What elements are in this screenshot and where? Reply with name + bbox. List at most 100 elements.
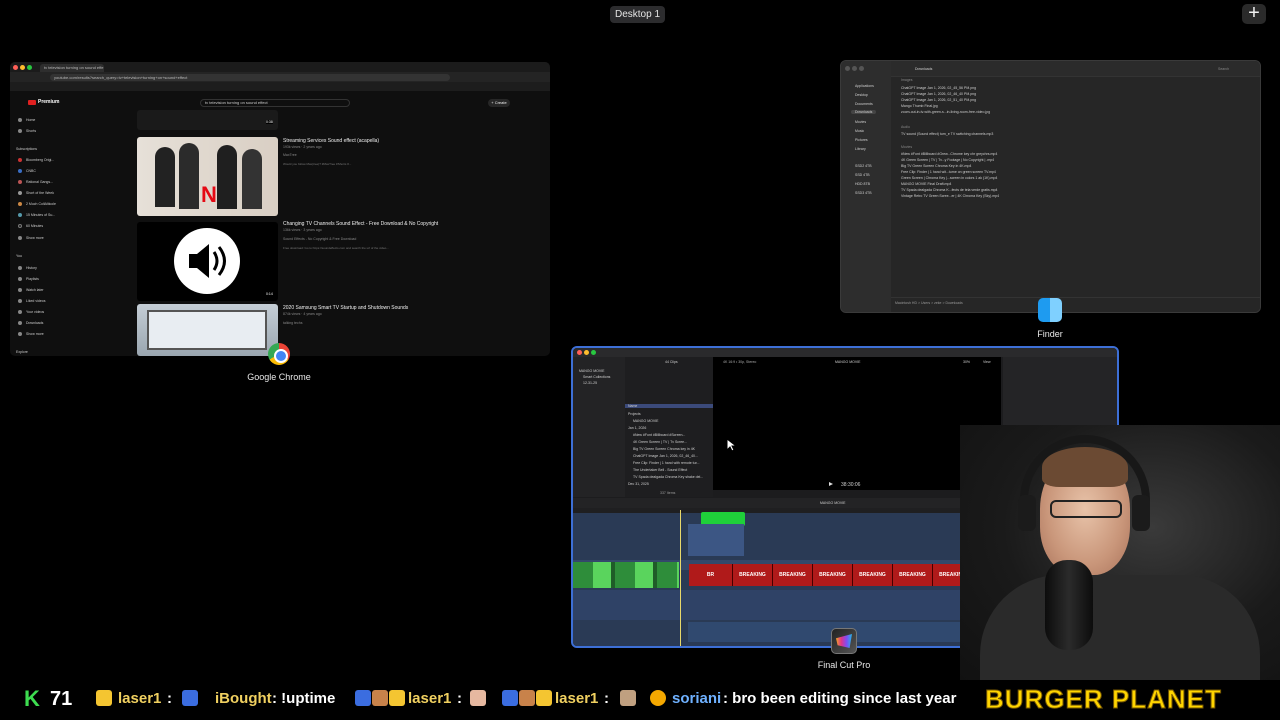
fcp-browser-item[interactable]: #New #Font #Billboard #Screen...	[633, 433, 685, 437]
finder-file[interactable]: MANGO MOVIE Final Draft.mp4	[901, 182, 951, 186]
sidebar-sub[interactable]: Rational Gangs...	[18, 180, 53, 184]
sidebar-item-your-videos[interactable]: Your videos	[18, 310, 44, 314]
video-title[interactable]: Changing TV Channels Sound Effect - Free…	[283, 221, 438, 227]
youtube-search-input[interactable]: tv television turning on sound effect	[200, 99, 350, 107]
chrome-window-thumbnail[interactable]: tv television turning on sound effe yout…	[10, 62, 550, 356]
minimize-icon[interactable]	[584, 350, 589, 355]
fcp-browser-item[interactable]: Jan 1, 2026	[628, 426, 646, 430]
video-title[interactable]: Streaming Services Sound effect (acapell…	[283, 138, 379, 144]
sidebar-item-playlists[interactable]: Playlists	[18, 277, 39, 281]
sidebar-item-downloads[interactable]: Downloads	[18, 321, 43, 325]
fcp-viewer[interactable]: 4K 16:9 • 30p, Stereo MANGO MOVIE 30% Vi…	[713, 357, 1001, 490]
sidebar-item-liked[interactable]: Liked videos	[18, 299, 45, 303]
finder-file[interactable]: zoom-out-in-tv-with-green-s...in-living-…	[901, 110, 990, 114]
finder-sidebar-item[interactable]: Music	[855, 129, 864, 133]
breaking-news-clip[interactable]: BR	[689, 564, 733, 586]
fcp-library[interactable]: MANGO MOVIE	[579, 369, 604, 373]
zoom-icon[interactable]	[591, 350, 596, 355]
add-space-button[interactable]: +	[1242, 3, 1266, 24]
finder-search[interactable]: Search	[1218, 67, 1229, 71]
minimize-icon[interactable]	[20, 65, 25, 70]
finder-file[interactable]: TV sound (Sound effect) turn_e TV switch…	[901, 132, 993, 136]
fcp-browser-item[interactable]: Dec 31, 2025	[628, 482, 649, 486]
breaking-news-clip[interactable]: BREAKING NEWS	[773, 564, 813, 600]
you-heading[interactable]: You	[16, 254, 22, 258]
finder-file[interactable]: Big TV Green Screen Chroma Key in 4K.mp4	[901, 164, 971, 168]
finder-sidebar-item[interactable]: Desktop	[855, 93, 868, 97]
fcp-browser-item[interactable]: TV Spada dealgada Chroma Key shake del..…	[633, 475, 703, 479]
finder-file[interactable]: Vintage Retro TV Green Scree...er | 4K C…	[901, 194, 999, 198]
fcp-browser-item[interactable]: ChatGPT Image Jan 1, 2026, 02_46_40...	[633, 454, 698, 458]
playhead[interactable]	[680, 510, 681, 646]
finder-app-icon[interactable]	[1038, 298, 1062, 322]
finder-location[interactable]: HDD 8TB	[855, 182, 870, 186]
finder-sidebar-item[interactable]: Documents	[855, 102, 873, 106]
video-thumbnail[interactable]	[137, 304, 278, 356]
finder-file[interactable]: ChatGPT Image Jan 1, 2026, 02_45_56 PM.p…	[901, 86, 976, 90]
sidebar-item-home[interactable]: Home	[18, 118, 35, 122]
finder-sidebar-item-selected[interactable]: Downloads	[851, 110, 877, 114]
finder-sidebar-item[interactable]: Library	[855, 147, 866, 151]
fcp-browser-item[interactable]: The Undertaker Bell - Sound Effect	[633, 468, 687, 472]
fcp-library-item[interactable]: Smart Collections	[583, 375, 610, 379]
close-icon[interactable]	[13, 65, 18, 70]
finder-sidebar-item[interactable]: Pictures	[855, 138, 868, 142]
sidebar-sub[interactable]: CNBC	[18, 169, 36, 173]
fcp-browser-item[interactable]: Free Clip: Finder | 1 hand with remote t…	[633, 461, 699, 465]
breaking-news-clip[interactable]: BREAKING NEWS	[893, 564, 933, 600]
fcp-browser-item[interactable]: Projects	[628, 412, 641, 416]
connected-clip[interactable]	[688, 524, 744, 556]
breaking-news-clip[interactable]: BREAKING NEWS	[853, 564, 893, 600]
create-button[interactable]: + Create	[488, 99, 510, 107]
sidebar-sub[interactable]: 15 Minutes of Su...	[18, 213, 55, 217]
video-thumbnail[interactable]: N	[137, 137, 278, 216]
sidebar-sub[interactable]: 2 Much ColtAlticole	[18, 202, 56, 206]
sidebar-item-history[interactable]: History	[18, 266, 37, 270]
sidebar-item-shorts[interactable]: Shorts	[18, 129, 36, 133]
sidebar-item-watch-later[interactable]: Watch later	[18, 288, 44, 292]
fcp-view-menu[interactable]: View	[983, 360, 991, 364]
video-channel[interactable]: Sound Effects - No Copyright & Free Down…	[283, 237, 356, 241]
video-channel[interactable]: MaxTree	[283, 153, 297, 157]
finder-file[interactable]: Free Clip: Finder | 1 hand wit...turne o…	[901, 170, 996, 174]
finder-file[interactable]: TV Spada dealgada Chroma K...fects de te…	[901, 188, 998, 192]
finder-location[interactable]: SSD 4TB	[855, 173, 870, 177]
finder-path[interactable]: Macintosh HD > Users > zeke > Downloads	[895, 301, 963, 305]
finder-file[interactable]: ChatGPT Image Jan 1, 2026, 02_46_40 PM.p…	[901, 92, 976, 96]
finder-file[interactable]: 4K Green Screen | TV | Tv...y Footage | …	[901, 158, 994, 162]
fcp-library-item[interactable]: 12-31-25	[583, 381, 597, 385]
chrome-app-icon[interactable]	[268, 343, 290, 365]
show-more-subs[interactable]: Show more	[18, 236, 44, 240]
minimize-icon[interactable]	[852, 66, 857, 71]
finder-location[interactable]: SSD3 4TB	[855, 191, 872, 195]
fcp-zoom-level[interactable]: 30%	[963, 360, 970, 364]
fcp-browser-item[interactable]: Big TV Green Screen Chroma key in 4K	[633, 447, 695, 451]
breaking-news-clip[interactable]: BREAKING NEWS	[733, 564, 773, 600]
chrome-tab[interactable]: tv television turning on sound effe	[40, 64, 104, 72]
sidebar-sub[interactable]: Bloomberg Origi...	[18, 158, 54, 162]
video-title[interactable]: 2020 Samsung Smart TV Startup and Shutdo…	[283, 305, 408, 311]
close-icon[interactable]	[845, 66, 850, 71]
zoom-icon[interactable]	[27, 65, 32, 70]
fcp-browser-item[interactable]: MANGO MOVIE	[633, 419, 658, 423]
video-channel[interactable]: talking techs	[283, 321, 302, 325]
final-cut-pro-app-icon[interactable]	[831, 628, 857, 654]
video-thumbnail-partial[interactable]	[137, 110, 278, 130]
explore-heading[interactable]: Explore	[16, 350, 28, 354]
video-thumbnail[interactable]	[137, 222, 278, 301]
finder-file[interactable]: Mango Thumb Final.jpg	[901, 104, 938, 108]
space-desktop-1[interactable]: Desktop 1	[610, 6, 665, 23]
subscriptions-heading[interactable]: Subscriptions	[16, 147, 37, 151]
address-bar[interactable]: youtube.com/results?search_query=tv+tele…	[50, 74, 450, 81]
zoom-icon[interactable]	[859, 66, 864, 71]
close-icon[interactable]	[577, 350, 582, 355]
finder-sidebar-item[interactable]: Movies	[855, 120, 866, 124]
primary-clip[interactable]	[573, 562, 679, 588]
sidebar-item-show-more[interactable]: Show more	[18, 332, 44, 336]
finder-location[interactable]: SSD2 4TB	[855, 164, 872, 168]
breaking-news-clip[interactable]: BREAKING NEWS	[813, 564, 853, 600]
youtube-logo[interactable]: Premium	[28, 99, 59, 105]
finder-file[interactable]: Green Screen | Chroma Key |...screen in …	[901, 176, 997, 180]
play-icon[interactable]	[829, 482, 833, 486]
finder-sidebar-item[interactable]: Applications	[855, 84, 874, 88]
